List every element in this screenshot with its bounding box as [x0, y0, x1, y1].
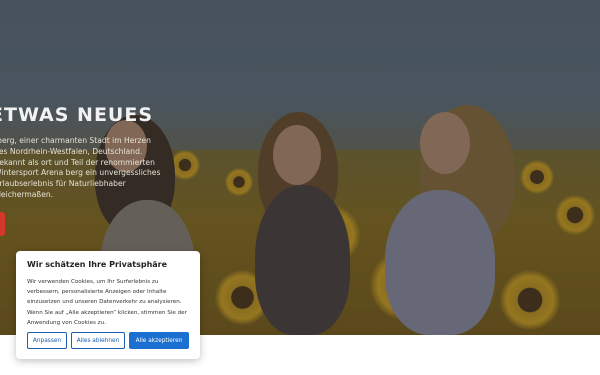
side-tab-button[interactable] [0, 212, 5, 236]
customize-button[interactable]: Anpassen [27, 332, 67, 349]
hero-text: rberg, einer charmanten Stadt im Herzen … [0, 136, 161, 198]
cookie-dialog-text: Wir verwenden Cookies, um Ihr Surferlebn… [27, 279, 187, 326]
reject-all-button[interactable]: Alles ablehnen [71, 332, 125, 349]
accept-all-button[interactable]: Alle akzeptieren [129, 332, 189, 349]
cookie-button-row: Anpassen Alles ablehnen Alle akzeptieren [27, 332, 189, 349]
hero-title: ETWAS NEUES [0, 104, 154, 126]
cookie-dialog-title: Wir schätzen Ihre Privatsphäre [27, 260, 168, 269]
cookie-consent-dialog: Wir schätzen Ihre Privatsphäre Wir verwe… [16, 251, 200, 359]
